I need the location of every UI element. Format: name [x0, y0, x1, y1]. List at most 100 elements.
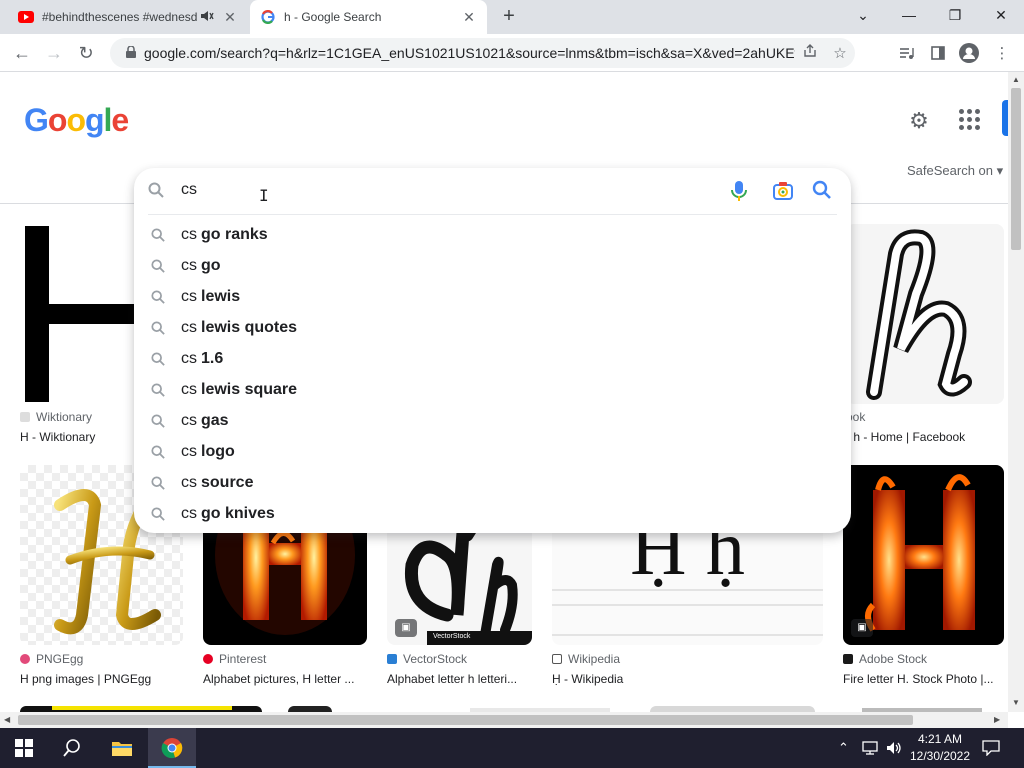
suggestion-item[interactable]: cs 1.6: [134, 343, 851, 374]
clock-date: 12/30/2022: [909, 749, 971, 763]
wikipedia-icon: [552, 654, 562, 664]
profile-avatar-icon[interactable]: [958, 42, 980, 64]
result-source: Wikipedia: [552, 652, 620, 666]
suggestion-prefix: cs: [181, 287, 197, 305]
new-tab-button[interactable]: +: [498, 6, 520, 28]
horizontal-scrollbar[interactable]: ◀ ▶: [0, 712, 1008, 728]
search-icon: [134, 258, 181, 273]
result-title[interactable]: H png images | PNGEgg: [20, 672, 183, 686]
suggestion-completion: source: [201, 473, 254, 491]
close-tab-icon[interactable]: ✕: [220, 7, 240, 27]
search-autocomplete-panel: cs I cs go ranks cs go cs lewis cs lewis quo…: [134, 168, 851, 533]
reload-button[interactable]: ↻: [74, 41, 98, 65]
url-text[interactable]: google.com/search?q=h&rlz=1C1GEA_enUS102…: [144, 45, 795, 61]
result-thumbnail[interactable]: ▣: [843, 465, 1004, 645]
share-icon[interactable]: [795, 44, 825, 62]
result-title[interactable]: Fire letter H. Stock Photo |...: [843, 672, 1004, 686]
vertical-scrollbar-thumb[interactable]: [1011, 88, 1021, 250]
scroll-down-arrow-icon[interactable]: ▼: [1012, 698, 1020, 707]
suggestion-item[interactable]: cs lewis: [134, 281, 851, 312]
tab-search-icon[interactable]: ⌄: [840, 0, 886, 30]
close-tab-icon[interactable]: ✕: [459, 7, 479, 27]
tab-google-search[interactable]: h - Google Search ✕: [250, 0, 487, 34]
suggestion-completion: go: [201, 256, 221, 274]
chrome-taskbar-icon[interactable]: [148, 728, 196, 768]
source-name: Adobe Stock: [859, 652, 928, 666]
address-bar[interactable]: google.com/search?q=h&rlz=1C1GEA_enUS102…: [110, 38, 855, 68]
vectorstock-icon: [387, 654, 397, 664]
result-thumbnail[interactable]: [846, 224, 1004, 404]
logo-letter: G: [24, 102, 49, 138]
suggestion-item[interactable]: cs logo: [134, 436, 851, 467]
side-panel-icon[interactable]: [927, 42, 949, 64]
result-title[interactable]: r h - Home | Facebook: [846, 430, 1004, 444]
search-submit-icon[interactable]: [812, 180, 834, 202]
taskbar-clock[interactable]: 4:21 AM 12/30/2022: [908, 731, 972, 765]
suggestion-item[interactable]: cs go: [134, 250, 851, 281]
suggestion-item[interactable]: cs go ranks: [134, 219, 851, 250]
chrome-menu-icon[interactable]: ⋮: [991, 42, 1013, 64]
result-source: Adobe Stock: [843, 652, 927, 666]
vertical-scrollbar[interactable]: ▲ ▼: [1008, 72, 1024, 712]
source-name: VectorStock: [403, 652, 468, 666]
suggestion-item[interactable]: cs source: [134, 467, 851, 498]
result-title[interactable]: Alphabet letter h letteri...: [387, 672, 532, 686]
search-icon: [134, 227, 181, 242]
tab-youtube[interactable]: #behindthescenes #wednesd ✕: [8, 0, 248, 34]
suggestion-completion: lewis quotes: [201, 318, 298, 336]
back-button[interactable]: ←: [10, 41, 34, 65]
scroll-right-arrow-icon[interactable]: ▶: [994, 715, 1000, 724]
google-g-icon: [260, 9, 276, 25]
wiktionary-icon: [20, 412, 30, 422]
suggestion-item[interactable]: cs lewis square: [134, 374, 851, 405]
vectorstock-watermark: VectorStock: [433, 633, 471, 640]
search-icon: [134, 444, 181, 459]
google-apps-icon[interactable]: [958, 108, 982, 132]
search-icon: [134, 475, 181, 490]
windows-start-icon[interactable]: [0, 728, 48, 768]
close-window-button[interactable]: ✕: [978, 0, 1024, 30]
settings-gear-icon[interactable]: ⚙: [906, 108, 932, 134]
taskbar-search-icon[interactable]: [48, 728, 96, 768]
source-name: PNGEgg: [36, 652, 84, 666]
bookmark-star-icon[interactable]: ☆: [825, 44, 855, 62]
forward-button[interactable]: →: [42, 41, 66, 65]
network-icon[interactable]: [862, 728, 878, 768]
safesearch-label: SafeSearch on: [907, 163, 994, 178]
safesearch-dropdown[interactable]: SafeSearch on ▾: [907, 163, 1003, 179]
speaker-icon[interactable]: [200, 10, 216, 25]
caret-down-icon: ▾: [996, 163, 1004, 178]
scroll-left-arrow-icon[interactable]: ◀: [4, 715, 10, 724]
tray-chevron-icon[interactable]: ⌃: [838, 728, 849, 768]
search-icon: [148, 182, 166, 200]
logo-letter: e: [111, 102, 129, 138]
logo-letter: l: [103, 102, 113, 138]
volume-icon[interactable]: [886, 728, 902, 768]
suggestion-prefix: cs: [181, 225, 197, 243]
google-lens-icon[interactable]: [772, 180, 794, 202]
pinterest-icon: [203, 654, 213, 664]
suggestion-completion: 1.6: [201, 349, 224, 367]
horizontal-scrollbar-thumb[interactable]: [18, 715, 913, 725]
browser-toolbar: ← → ↻ google.com/search?q=h&rlz=1C1GEA_e…: [0, 34, 1024, 72]
suggestion-item[interactable]: cs go knives: [134, 498, 851, 529]
suggestion-item[interactable]: cs lewis quotes: [134, 312, 851, 343]
result-title[interactable]: Alphabet pictures, H letter ...: [203, 672, 367, 686]
search-box[interactable]: cs I: [134, 168, 851, 214]
voice-search-icon[interactable]: [729, 180, 749, 202]
result-title[interactable]: Ḥ - Wikipedia: [552, 672, 823, 686]
suggestion-item[interactable]: cs gas: [134, 405, 851, 436]
suggestion-completion: go ranks: [201, 225, 268, 243]
minimize-button[interactable]: —: [886, 0, 932, 30]
restore-button[interactable]: ❐: [932, 0, 978, 30]
google-logo[interactable]: Google: [24, 102, 129, 139]
media-control-icon[interactable]: [896, 42, 918, 64]
scroll-up-arrow-icon[interactable]: ▲: [1012, 75, 1020, 84]
search-input[interactable]: cs: [181, 181, 197, 199]
notification-center-icon[interactable]: [982, 728, 1000, 768]
result-source: Wiktionary: [20, 410, 92, 424]
lock-icon[interactable]: [118, 44, 144, 61]
file-explorer-icon[interactable]: [98, 728, 146, 768]
suggestion-completion: gas: [201, 411, 229, 429]
google-images-page: Google ⚙ SafeSearch on ▾ Wiktionary H - …: [0, 72, 1008, 712]
